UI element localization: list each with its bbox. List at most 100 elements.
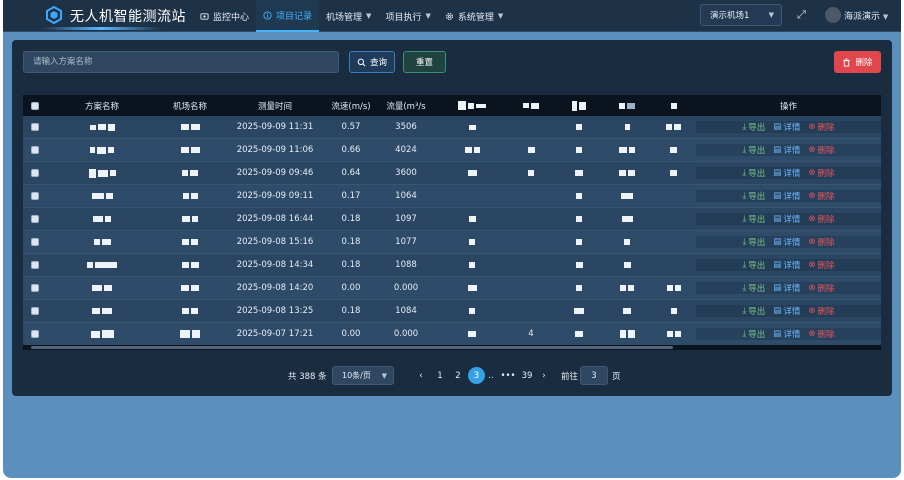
table-row[interactable]: 2025-09-08 16:44 0.18 1097 ⤓ 导出 ▤ 详情 ⊗ 删除 bbox=[23, 208, 881, 231]
pagination: 共 388 条 10条/页 ▼ ‹ 1 2 3 .. ••• 39 › 前往 页 bbox=[12, 366, 892, 386]
nav-item-project-records[interactable]: 项目记录 bbox=[256, 0, 320, 32]
redacted-cell bbox=[555, 147, 603, 153]
delete-link[interactable]: ⊗ 删除 bbox=[808, 305, 834, 317]
row-checkbox[interactable] bbox=[31, 330, 39, 338]
search-input[interactable] bbox=[23, 51, 339, 73]
detail-link[interactable]: ▤ 详情 bbox=[773, 259, 800, 271]
table-row[interactable]: 2025-09-09 09:46 0.64 3600 ⤓ 导出 ▤ 详情 ⊗ 删除 bbox=[23, 162, 881, 185]
batch-delete-button[interactable]: 删除 bbox=[834, 51, 881, 73]
delete-link[interactable]: ⊗ 删除 bbox=[808, 213, 834, 225]
next-page-button[interactable]: › bbox=[539, 366, 549, 385]
export-link[interactable]: ⤓ 导出 bbox=[743, 167, 766, 179]
row-checkbox[interactable] bbox=[31, 238, 39, 246]
detail-link[interactable]: ▤ 详情 bbox=[773, 190, 800, 202]
redacted-cell bbox=[603, 262, 651, 268]
redacted-cell bbox=[603, 239, 651, 245]
detail-link[interactable]: ▤ 详情 bbox=[773, 305, 800, 317]
delete-link[interactable]: ⊗ 删除 bbox=[808, 144, 834, 156]
redacted-cell bbox=[603, 147, 651, 153]
horizontal-scrollbar[interactable] bbox=[23, 345, 881, 350]
detail-link[interactable]: ▤ 详情 bbox=[773, 328, 800, 340]
redacted-cell bbox=[651, 170, 696, 176]
main-nav: 监控中心 项目记录 机场管理 ▼ 项目执行 ▼ 系统管理 ▼ bbox=[193, 0, 510, 32]
prev-page-button[interactable]: ‹ bbox=[416, 366, 426, 385]
page-3-current[interactable]: 3 bbox=[468, 367, 485, 384]
redaction-block bbox=[620, 285, 626, 291]
reset-label: 重置 bbox=[415, 58, 433, 68]
redacted-cell bbox=[47, 168, 157, 178]
row-checkbox[interactable] bbox=[31, 169, 39, 177]
select-all-checkbox[interactable] bbox=[31, 101, 39, 110]
table-row[interactable]: 2025-09-08 14:20 0.00 0.000 ⤓ 导出 ▤ 详情 ⊗ 删除 bbox=[23, 277, 881, 300]
user-menu[interactable]: 海派演示 ▼ bbox=[844, 9, 888, 22]
detail-link[interactable]: ▤ 详情 bbox=[773, 282, 800, 294]
redaction-block bbox=[670, 308, 677, 314]
detail-link[interactable]: ▤ 详情 bbox=[773, 213, 800, 225]
export-link[interactable]: ⤓ 导出 bbox=[743, 144, 766, 156]
redaction-block bbox=[574, 308, 584, 314]
download-icon: ⤓ bbox=[742, 145, 747, 155]
page-1[interactable]: 1 bbox=[434, 366, 446, 385]
export-link[interactable]: ⤓ 导出 bbox=[743, 236, 766, 248]
export-link-label: 导出 bbox=[748, 123, 766, 133]
delete-link[interactable]: ⊗ 删除 bbox=[808, 167, 834, 179]
redacted-cell bbox=[437, 308, 507, 314]
redacted-cell bbox=[603, 216, 651, 222]
nav-item-system-management[interactable]: 系统管理 ▼ bbox=[438, 0, 510, 32]
table-row[interactable]: 2025-09-08 13:25 0.18 1084 ⤓ 导出 ▤ 详情 ⊗ 删除 bbox=[23, 300, 881, 323]
redaction-block bbox=[576, 147, 582, 153]
delete-link[interactable]: ⊗ 删除 bbox=[808, 190, 834, 202]
row-checkbox[interactable] bbox=[31, 192, 39, 200]
row-actions: ⤓ 导出 ▤ 详情 ⊗ 删除 bbox=[696, 213, 881, 225]
nav-item-monitor[interactable]: 监控中心 bbox=[193, 0, 256, 32]
detail-link[interactable]: ▤ 详情 bbox=[773, 121, 800, 133]
row-checkbox[interactable] bbox=[31, 307, 39, 315]
trash-icon: ⊗ bbox=[808, 191, 816, 201]
table-row[interactable]: 2025-09-09 11:06 0.66 4024 ⤓ 导出 ▤ 详情 ⊗ 删除 bbox=[23, 139, 881, 162]
export-link[interactable]: ⤓ 导出 bbox=[743, 305, 766, 317]
nav-item-project-execution[interactable]: 项目执行 ▼ bbox=[378, 0, 437, 32]
row-checkbox[interactable] bbox=[31, 123, 39, 131]
more-pages-button[interactable]: ••• bbox=[500, 366, 515, 385]
page-size-select[interactable]: 10条/页 ▼ bbox=[332, 366, 394, 385]
fullscreen-icon[interactable]: ⤢ bbox=[797, 9, 809, 21]
export-link[interactable]: ⤓ 导出 bbox=[743, 213, 766, 225]
delete-link[interactable]: ⊗ 删除 bbox=[808, 282, 834, 294]
row-checkbox[interactable] bbox=[31, 215, 39, 223]
export-link[interactable]: ⤓ 导出 bbox=[743, 259, 766, 271]
row-checkbox[interactable] bbox=[31, 284, 39, 292]
export-link[interactable]: ⤓ 导出 bbox=[743, 121, 766, 133]
reset-button[interactable]: 重置 bbox=[403, 51, 446, 73]
row-checkbox[interactable] bbox=[31, 146, 39, 154]
redaction-block bbox=[101, 330, 114, 338]
table-row[interactable]: 2025-09-09 09:11 0.17 1064 ⤓ 导出 ▤ 详情 ⊗ 删除 bbox=[23, 185, 881, 208]
scrollbar-thumb[interactable] bbox=[31, 346, 673, 349]
table-row[interactable]: 2025-09-08 14:34 0.18 1088 ⤓ 导出 ▤ 详情 ⊗ 删除 bbox=[23, 254, 881, 277]
airport-select[interactable]: 演示机场1 ▼ bbox=[700, 4, 782, 26]
redacted-cell bbox=[47, 308, 157, 314]
export-link[interactable]: ⤓ 导出 bbox=[743, 328, 766, 340]
goto-page-input[interactable] bbox=[580, 366, 608, 385]
export-link[interactable]: ⤓ 导出 bbox=[743, 190, 766, 202]
table-row[interactable]: 2025-09-08 15:16 0.18 1077 ⤓ 导出 ▤ 详情 ⊗ 删除 bbox=[23, 231, 881, 254]
table-row[interactable]: 2025-09-09 11:31 0.57 3506 ⤓ 导出 ▤ 详情 ⊗ 删除 bbox=[23, 116, 881, 139]
redaction-block bbox=[674, 331, 681, 337]
row-checkbox[interactable] bbox=[31, 261, 39, 269]
delete-link[interactable]: ⊗ 删除 bbox=[808, 121, 834, 133]
detail-link[interactable]: ▤ 详情 bbox=[773, 144, 800, 156]
redacted-cell bbox=[47, 146, 157, 154]
avatar[interactable] bbox=[825, 7, 841, 23]
delete-link[interactable]: ⊗ 删除 bbox=[808, 259, 834, 271]
page-39[interactable]: 39 bbox=[519, 366, 535, 385]
query-button[interactable]: 查询 bbox=[349, 51, 395, 73]
export-link[interactable]: ⤓ 导出 bbox=[743, 282, 766, 294]
redaction-block bbox=[621, 216, 633, 222]
delete-link[interactable]: ⊗ 删除 bbox=[808, 328, 834, 340]
redaction-block bbox=[575, 331, 583, 337]
detail-link[interactable]: ▤ 详情 bbox=[773, 167, 800, 179]
nav-item-airport-management[interactable]: 机场管理 ▼ bbox=[319, 0, 378, 32]
page-2[interactable]: 2 bbox=[452, 366, 464, 385]
delete-link[interactable]: ⊗ 删除 bbox=[808, 236, 834, 248]
table-row[interactable]: 2025-09-07 17:21 0.00 0.000 4 ⤓ 导出 ▤ 详情 ⊗ 删除 bbox=[23, 323, 881, 346]
detail-link[interactable]: ▤ 详情 bbox=[773, 236, 800, 248]
